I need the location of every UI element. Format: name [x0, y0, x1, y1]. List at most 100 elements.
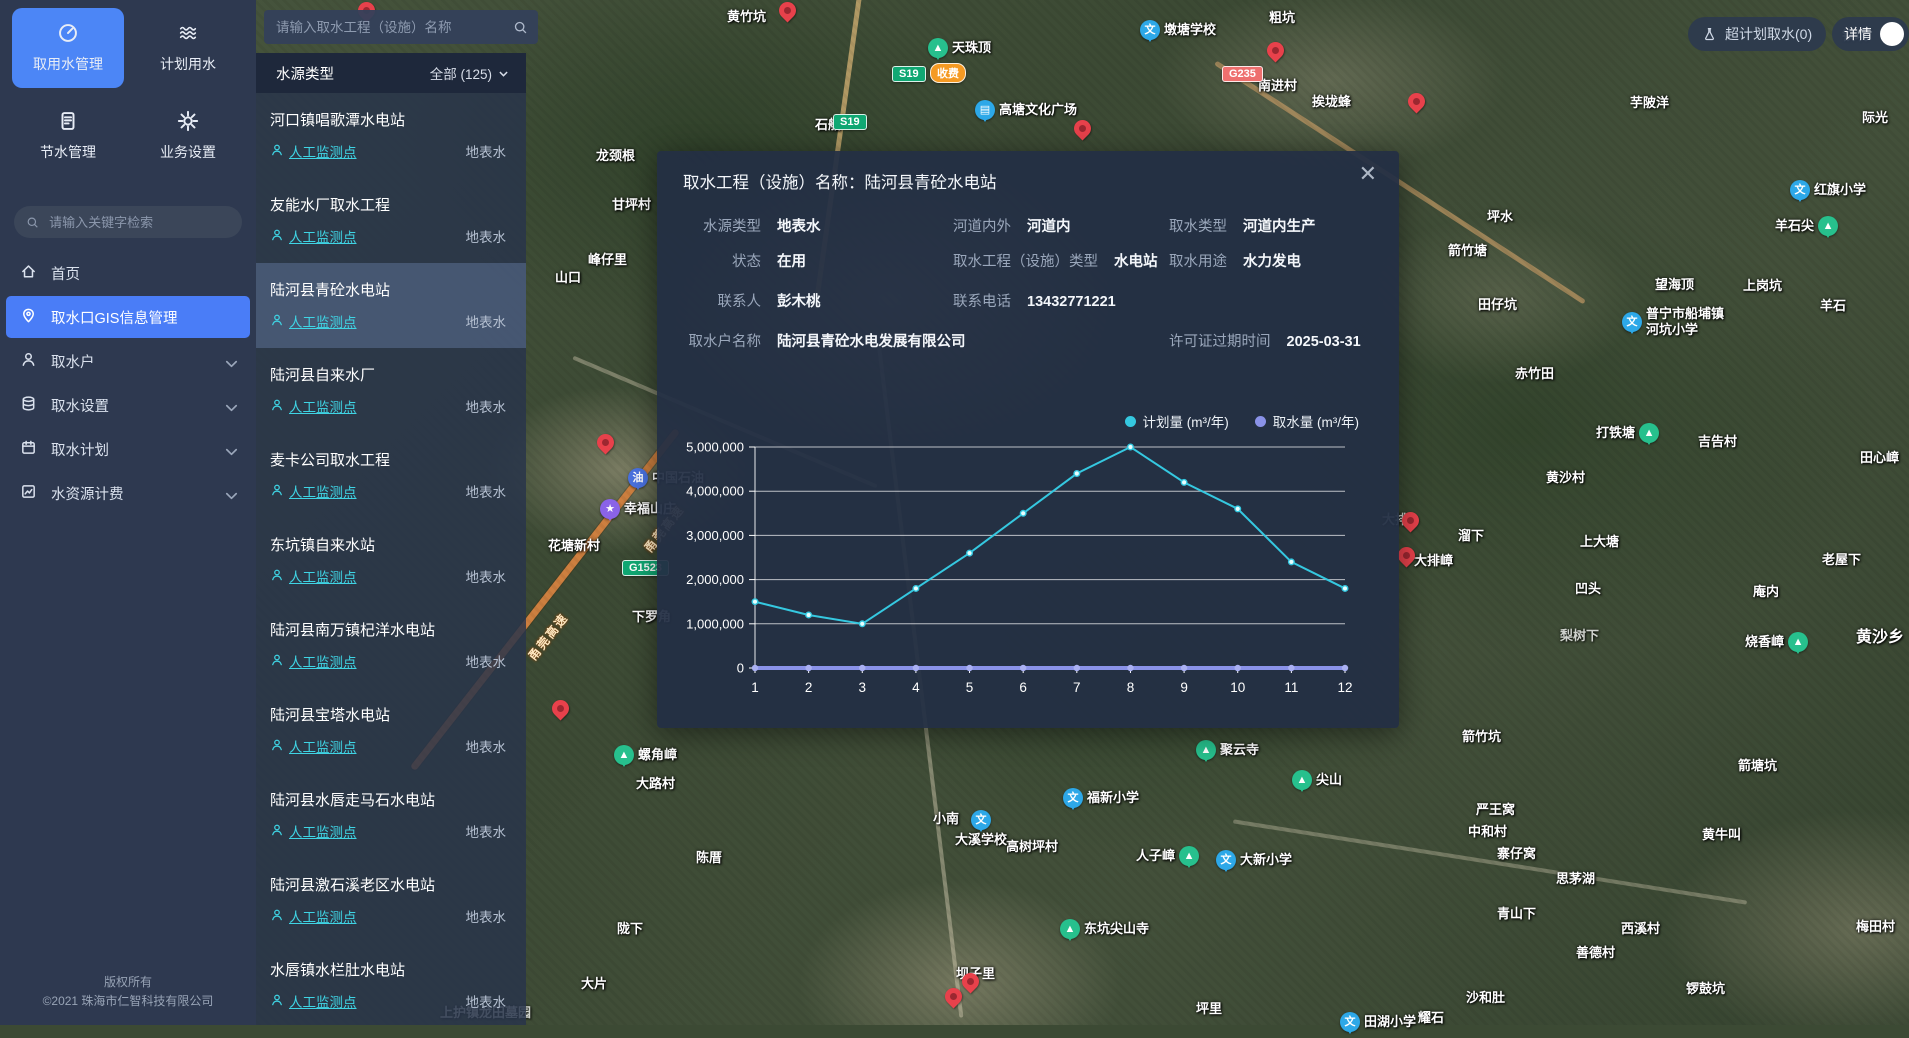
map-label[interactable]: ▲聚云寺: [1196, 740, 1259, 760]
map-label[interactable]: 文大溪学校: [955, 810, 1007, 848]
sidebar-item-取水户[interactable]: 取水户: [6, 340, 250, 382]
map-label[interactable]: 粗坑: [1269, 10, 1295, 26]
station-list-item[interactable]: 陆河县激石溪老区水电站 人工监测点 地表水: [256, 858, 526, 943]
manual-monitor-link[interactable]: 人工监测点: [270, 991, 357, 1011]
manual-monitor-link[interactable]: 人工监测点: [270, 736, 357, 756]
sidebar-item-取水设置[interactable]: 取水设置: [6, 384, 250, 426]
map-label[interactable]: 溜下: [1458, 528, 1484, 544]
sidebar-item-取水计划[interactable]: 取水计划: [6, 428, 250, 470]
map-label[interactable]: 寨仔窝: [1497, 846, 1536, 862]
map-label[interactable]: 花塘新村: [548, 538, 600, 554]
toggle-knob[interactable]: [1880, 22, 1904, 46]
map-label[interactable]: 赤竹田: [1515, 366, 1554, 382]
map-label[interactable]: 人子嶂▲: [1136, 846, 1199, 866]
station-list-item[interactable]: 东坑镇自来水站 人工监测点 地表水: [256, 518, 526, 603]
map-label[interactable]: 黄沙乡: [1856, 630, 1904, 646]
map-label[interactable]: 善德村: [1576, 945, 1615, 961]
manual-monitor-link[interactable]: 人工监测点: [270, 651, 357, 671]
map-label[interactable]: ▲螺角嶂: [614, 745, 677, 765]
map-label[interactable]: 大路村: [636, 776, 675, 792]
station-list-item[interactable]: 友能水厂取水工程 人工监测点 地表水: [256, 178, 526, 263]
map-label[interactable]: 山口: [555, 270, 581, 286]
map-label[interactable]: 严王窝: [1476, 802, 1515, 818]
map-label[interactable]: ▲东坑尖山寺: [1060, 919, 1149, 939]
scenic-marker-icon[interactable]: ▲: [1196, 740, 1216, 760]
station-list-item[interactable]: 河口镇唱歌潭水电站 人工监测点 地表水: [256, 93, 526, 178]
map-label[interactable]: 文墩塘学校: [1140, 20, 1216, 40]
map-label[interactable]: 上大塘: [1580, 534, 1619, 550]
station-list-item[interactable]: 陆河县自来水厂 人工监测点 地表水: [256, 348, 526, 433]
map-label[interactable]: 吉告村: [1698, 434, 1737, 450]
map-label[interactable]: 大片: [581, 976, 607, 992]
manual-monitor-link[interactable]: 人工监测点: [270, 141, 357, 161]
school-marker-icon[interactable]: 文: [971, 810, 991, 830]
sidebar-search-input[interactable]: [47, 214, 230, 231]
module-业务设置[interactable]: 业务设置: [132, 96, 244, 176]
poi-marker-icon[interactable]: ▤: [975, 100, 995, 120]
school-marker-icon[interactable]: 文: [1063, 788, 1083, 808]
manual-monitor-link[interactable]: 人工监测点: [270, 396, 357, 416]
map-label[interactable]: 峰仔里: [588, 252, 627, 268]
map-label[interactable]: 西溪村: [1621, 921, 1660, 937]
school-marker-icon[interactable]: 文: [1622, 312, 1642, 332]
manual-monitor-link[interactable]: 人工监测点: [270, 226, 357, 246]
legend-item[interactable]: 取水量 (m³/年): [1255, 411, 1359, 431]
fun-marker-icon[interactable]: ★: [600, 499, 620, 519]
station-search-input[interactable]: [274, 19, 505, 36]
map-label[interactable]: 文大新小学: [1216, 850, 1292, 870]
map-label[interactable]: 耀石: [1418, 1010, 1444, 1026]
map-label[interactable]: 梅田村: [1856, 919, 1895, 935]
sidebar-search[interactable]: [14, 206, 242, 238]
station-list-item[interactable]: 麦卡公司取水工程 人工监测点 地表水: [256, 433, 526, 518]
manual-monitor-link[interactable]: 人工监测点: [270, 481, 357, 501]
map-label[interactable]: 箭塘坑: [1738, 758, 1777, 774]
school-marker-icon[interactable]: 文: [1140, 20, 1160, 40]
map-label[interactable]: 青山下: [1497, 906, 1536, 922]
module-计划用水[interactable]: 计划用水: [132, 8, 244, 88]
map-label[interactable]: 际光: [1862, 110, 1888, 126]
map-label[interactable]: 老屋下: [1822, 552, 1861, 568]
map-label[interactable]: 田心嶂: [1860, 450, 1899, 466]
map-label[interactable]: ▲尖山: [1292, 770, 1342, 790]
school-marker-icon[interactable]: 文: [1790, 180, 1810, 200]
map-label[interactable]: 甘坪村: [612, 197, 651, 213]
over-plan-intake-button[interactable]: 超计划取水(0): [1688, 17, 1826, 51]
map-label[interactable]: 坪水: [1487, 209, 1513, 225]
manual-monitor-link[interactable]: 人工监测点: [270, 311, 357, 331]
station-list-item[interactable]: 水唇镇水栏肚水电站 人工监测点 地表水: [256, 943, 526, 1025]
map-label[interactable]: 羊石: [1820, 298, 1846, 314]
map-label[interactable]: 文普宁市船埔镇河坑小学: [1622, 306, 1724, 338]
scenic-marker-icon[interactable]: ▲: [928, 38, 948, 58]
legend-item[interactable]: 计划量 (m³/年): [1125, 411, 1229, 431]
module-节水管理[interactable]: 节水管理: [12, 96, 124, 176]
station-list-item[interactable]: 陆河县水唇走马石水电站 人工监测点 地表水: [256, 773, 526, 858]
map-label[interactable]: 庵内: [1753, 584, 1779, 600]
map-label[interactable]: 文福新小学: [1063, 788, 1139, 808]
scenic-marker-icon[interactable]: ▲: [1060, 919, 1080, 939]
scenic-marker-icon[interactable]: ▲: [1818, 216, 1838, 236]
map-label[interactable]: 凹头: [1575, 581, 1601, 597]
map-label[interactable]: 上岗坑: [1743, 278, 1782, 294]
map-label[interactable]: 文红旗小学: [1790, 180, 1866, 200]
scenic-marker-icon[interactable]: ▲: [1179, 846, 1199, 866]
map-label[interactable]: 箭竹坑: [1462, 729, 1501, 745]
map-label[interactable]: 沙和肚: [1466, 990, 1505, 1006]
map-label[interactable]: 大排嶂: [1414, 553, 1453, 569]
map-label[interactable]: 陈厝: [696, 850, 722, 866]
map-label[interactable]: 黄沙村: [1546, 470, 1585, 486]
map-label[interactable]: 黄牛叫: [1702, 827, 1741, 843]
sidebar-item-首页[interactable]: 首页: [6, 252, 250, 294]
map-label[interactable]: 望海顶: [1655, 277, 1694, 293]
map-label[interactable]: 中和村: [1468, 824, 1507, 840]
station-list-item[interactable]: 陆河县宝塔水电站 人工监测点 地表水: [256, 688, 526, 773]
map-label[interactable]: 田仔坑: [1478, 297, 1517, 313]
map-label[interactable]: 梨树下: [1560, 628, 1599, 644]
manual-monitor-link[interactable]: 人工监测点: [270, 566, 357, 586]
scenic-marker-icon[interactable]: ▲: [1639, 423, 1659, 443]
map-label[interactable]: 坪里: [1196, 1001, 1222, 1017]
school-marker-icon[interactable]: 文: [1340, 1012, 1360, 1032]
source-type-dropdown[interactable]: 全部 (125): [430, 63, 510, 83]
map-label[interactable]: 打铁塘▲: [1596, 423, 1659, 443]
scenic-marker-icon[interactable]: ▲: [1292, 770, 1312, 790]
map-label[interactable]: 龙颈根: [596, 148, 635, 164]
